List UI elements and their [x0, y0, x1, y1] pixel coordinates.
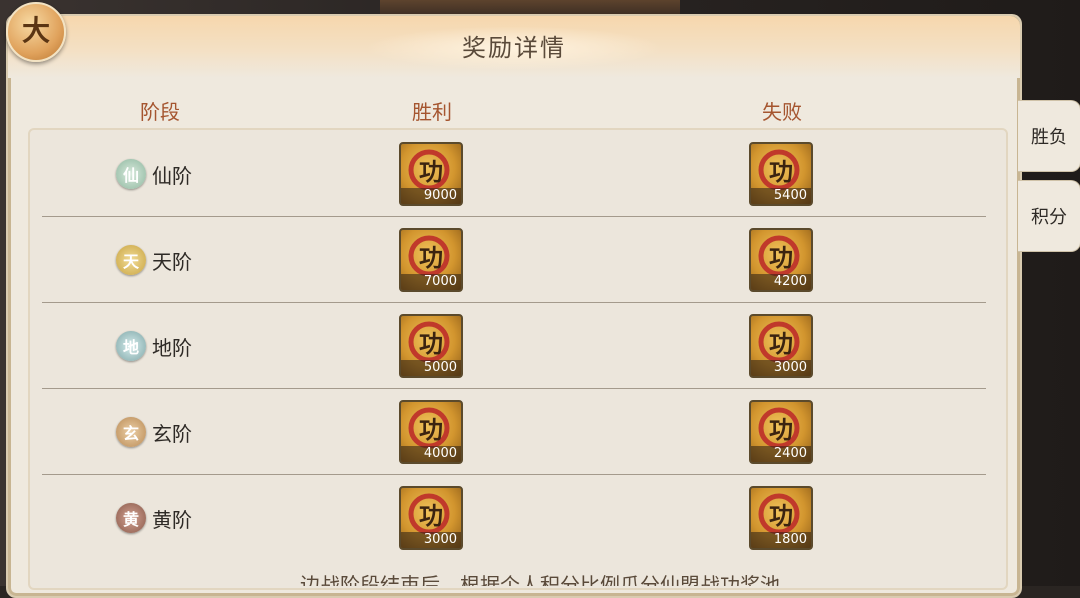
merit-glyph-icon: 功 — [408, 235, 450, 277]
lose-reward-amount: 5400 — [751, 188, 811, 204]
tier-cell: 地 地阶 — [116, 330, 192, 362]
lose-reward-item[interactable]: 功 1800 — [749, 486, 813, 550]
lose-reward-item[interactable]: 功 2400 — [749, 400, 813, 464]
win-reward-item[interactable]: 功 5000 — [399, 314, 463, 378]
win-reward-amount: 3000 — [401, 532, 461, 548]
table-row: 天 天阶 功 7000 功 4200 — [42, 216, 986, 303]
win-reward-amount: 9000 — [401, 188, 461, 204]
column-header-lose: 失败 — [762, 100, 802, 124]
tier-cell: 天 天阶 — [116, 244, 192, 276]
tier-cell: 玄 玄阶 — [116, 416, 192, 448]
tier-cell: 黄 黄阶 — [116, 502, 192, 534]
svg-text:功: 功 — [419, 415, 443, 444]
tier-label: 黄阶 — [152, 507, 192, 532]
svg-text:功: 功 — [769, 243, 793, 272]
lose-reward-amount: 4200 — [751, 274, 811, 290]
merit-glyph-icon: 功 — [758, 235, 800, 277]
lose-reward-item[interactable]: 功 3000 — [749, 314, 813, 378]
merit-glyph-icon: 功 — [408, 407, 450, 449]
svg-text:功: 功 — [419, 157, 443, 186]
tier-label: 天阶 — [152, 249, 192, 274]
merit-glyph-icon: 功 — [758, 321, 800, 363]
svg-text:功: 功 — [419, 243, 443, 272]
cat-badge-icon[interactable]: 大 — [6, 2, 66, 62]
win-reward-item[interactable]: 功 9000 — [399, 142, 463, 206]
win-reward-item[interactable]: 功 4000 — [399, 400, 463, 464]
tier-di-icon: 地 — [116, 331, 146, 361]
win-reward-item[interactable]: 功 3000 — [399, 486, 463, 550]
table-row: 仙 仙阶 功 9000 功 5400 — [42, 130, 986, 217]
merit-glyph-icon: 功 — [408, 149, 450, 191]
tier-label: 仙阶 — [152, 163, 192, 188]
svg-text:功: 功 — [769, 415, 793, 444]
win-reward-amount: 7000 — [401, 274, 461, 290]
merit-glyph-icon: 功 — [758, 149, 800, 191]
panel-header: 奖励详情 — [8, 16, 1020, 78]
win-reward-amount: 5000 — [401, 360, 461, 376]
tab-points[interactable]: 积分 — [1018, 180, 1080, 252]
svg-text:功: 功 — [769, 329, 793, 358]
win-reward-item[interactable]: 功 7000 — [399, 228, 463, 292]
footer-note: 边战阶段结束后，根据个人积分比例瓜分仙盟战功奖池 — [300, 574, 780, 586]
lose-reward-amount: 3000 — [751, 360, 811, 376]
table-row: 玄 玄阶 功 4000 功 2400 — [42, 388, 986, 475]
lose-reward-amount: 1800 — [751, 532, 811, 548]
merit-glyph-icon: 功 — [758, 493, 800, 535]
table-row: 黄 黄阶 功 3000 功 1800 — [42, 474, 986, 560]
svg-text:功: 功 — [419, 329, 443, 358]
svg-text:功: 功 — [769, 157, 793, 186]
reward-table: 仙 仙阶 功 9000 功 5400 天 天阶 功 7000 功 4200 地 … — [28, 128, 1008, 590]
page-title: 奖励详情 — [462, 34, 566, 62]
tier-label: 玄阶 — [152, 421, 192, 446]
tier-label: 地阶 — [152, 335, 192, 360]
tier-xuan-icon: 玄 — [116, 417, 146, 447]
merit-glyph-icon: 功 — [408, 493, 450, 535]
merit-glyph-icon: 功 — [408, 321, 450, 363]
tier-xian-icon: 仙 — [116, 159, 146, 189]
column-header-win: 胜利 — [412, 100, 452, 124]
win-reward-amount: 4000 — [401, 446, 461, 462]
tier-tian-icon: 天 — [116, 245, 146, 275]
lose-reward-item[interactable]: 功 4200 — [749, 228, 813, 292]
column-header-stage: 阶段 — [140, 100, 180, 124]
svg-text:功: 功 — [419, 501, 443, 530]
tab-win-loss[interactable]: 胜负 — [1018, 100, 1080, 172]
tier-cell: 仙 仙阶 — [116, 158, 192, 190]
svg-text:功: 功 — [769, 501, 793, 530]
tier-huang-icon: 黄 — [116, 503, 146, 533]
lose-reward-amount: 2400 — [751, 446, 811, 462]
table-row: 地 地阶 功 5000 功 3000 — [42, 302, 986, 389]
merit-glyph-icon: 功 — [758, 407, 800, 449]
lose-reward-item[interactable]: 功 5400 — [749, 142, 813, 206]
